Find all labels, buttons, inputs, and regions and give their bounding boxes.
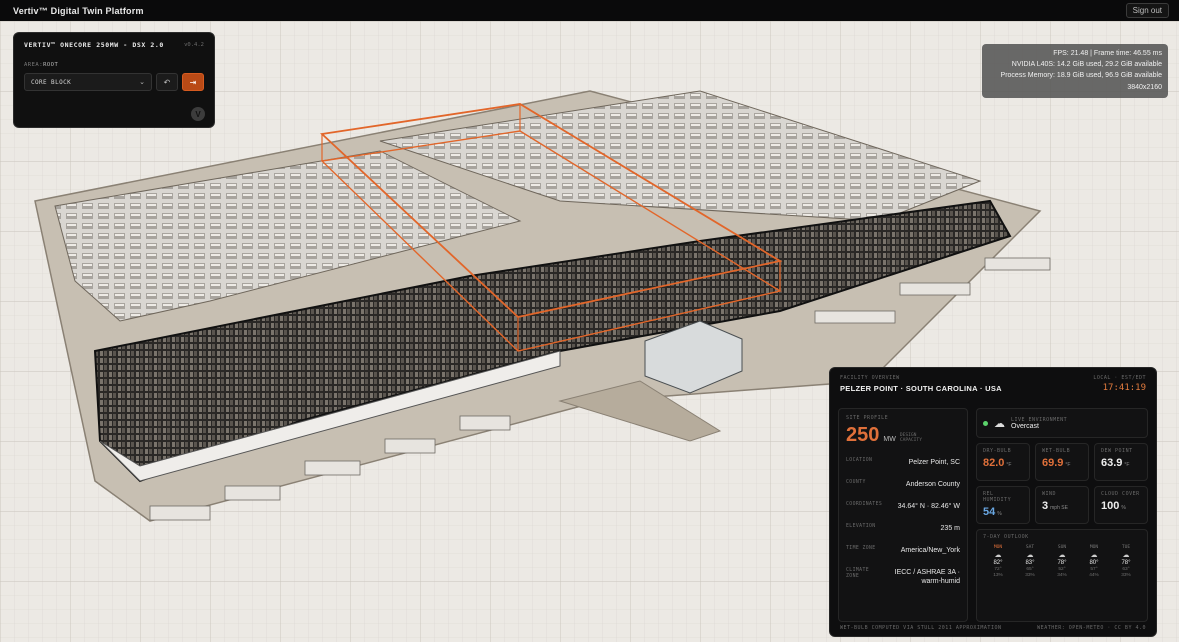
resolution-readout: 3840x2160 [1127,83,1162,91]
area-breadcrumb: AREA:ROOT [24,62,59,68]
weather-metrics: DRY-BULB 82.0 °F WET-BULB 69.9 °F DEW POINT 6… [976,443,1148,524]
focus-icon: ⇥ [189,77,197,87]
detail-row: COUNTY Anderson County [846,480,960,488]
forecast-day: MON ☁ 80° 57° 44% [1089,545,1099,578]
metric-cloud-cover: CLOUD COVER 100% [1094,486,1148,524]
focus-button[interactable]: ⇥ [182,73,204,91]
version-label: v0.4.2 [184,42,204,48]
metric-humidity: REL HUMIDITY 54% [976,486,1030,524]
footer-note: WET-BULB COMPUTED VIA STULL 2011 APPROXI… [840,625,1002,631]
capacity-unit: MW [883,436,896,443]
memory-readout: Process Memory: 18.9 GiB used, 96.9 GiB … [1000,72,1162,80]
live-env-label: LIVE ENVIRONMENT [1011,416,1068,423]
cloud-icon: ☁ [994,417,1005,430]
forecast-day: SUN ☁ 78° 52° 34% [1057,545,1067,578]
overview-label: FACILITY OVERVIEW [840,375,900,381]
performance-overlay: FPS: 21.48 | Frame time: 46.55 ms NVIDIA… [982,44,1168,98]
capacity-value: 250 [846,424,880,446]
app-window: Vertiv™ Digital Twin Platform Sign out V… [0,0,1179,642]
cloud-icon: ☁ [1090,552,1098,559]
gpu-readout: NVIDIA L40S: 14.2 GiB used, 29.2 GiB ava… [1011,61,1162,69]
selected-area: CORE BLOCK [31,78,72,86]
chevron-down-icon: ⌄ [139,79,145,86]
local-time: 17:41:19 [1102,383,1146,393]
cloud-icon: ☁ [994,552,1002,559]
facility-name: PELZER POINT · SOUTH CAROLINA · USA [840,384,1002,393]
capacity-note: DESIGN CAPACITY [899,432,922,444]
local-tz-label: LOCAL · EST/EDT [1093,375,1146,381]
sign-out-button[interactable]: Sign out [1125,3,1169,18]
detail-row: LOCATION Pelzer Point, SC [846,458,960,466]
detail-row: TIME ZONE America/New_York [846,546,960,554]
control-panel: VERTIV™ ONECORE 250MW - DSX 2.0 v0.4.2 A… [13,32,215,128]
detail-row: COORDINATES 34.64° N · 82.46° W [846,502,960,510]
detail-row: CLIMATE ZONE IECC / ASHRAE 3A · warm-humi… [846,568,960,585]
undo-icon: ↶ [163,77,171,87]
fps-readout: FPS: 21.48 | Frame time: 46.55 ms [1053,50,1162,57]
site-profile-card: SITE PROFILE 250 MW DESIGN CAPACITY LOCA… [838,408,968,622]
detail-row: ELEVATION 235 m [846,524,960,532]
cloud-icon: ☁ [1026,552,1034,559]
cloud-icon: ☁ [1058,552,1066,559]
site-profile-label: SITE PROFILE [846,415,889,421]
metric-wind: WIND 3 mph SE [1035,486,1089,524]
undo-button[interactable]: ↶ [156,73,178,91]
live-environment-card: ☁ LIVE ENVIRONMENT Overcast [976,408,1148,438]
cloud-icon: ☁ [1122,552,1130,559]
area-select[interactable]: CORE BLOCK ⌄ [24,73,152,91]
facility-overview-panel: FACILITY OVERVIEW PELZER POINT · SOUTH C… [829,367,1157,637]
forecast-day: SAT ☁ 83° 65° 33% [1025,545,1035,578]
forecast-day: MON ☁ 82° 72° 13% [993,545,1003,578]
metric-wet-bulb: WET-BULB 69.9 °F [1035,443,1089,481]
top-bar: Vertiv™ Digital Twin Platform Sign out [0,0,1179,21]
forecast-day: TUE ☁ 78° 63° 33% [1121,545,1131,578]
metric-dry-bulb: DRY-BULB 82.0 °F [976,443,1030,481]
live-condition: Overcast [1011,422,1040,430]
live-status-dot [983,420,988,426]
panel-title: VERTIV™ ONECORE 250MW - DSX 2.0 [24,41,164,49]
metric-dew-point: DEW POINT 63.9 °F [1094,443,1148,481]
footer-source: WEATHER: OPEN-METEO · CC BY 4.0 [1037,625,1146,631]
outlook-label: 7-DAY OUTLOOK [983,534,1029,540]
app-title: Vertiv™ Digital Twin Platform [13,5,144,16]
outlook-card: 7-DAY OUTLOOK MON ☁ 82° 72° 13% SAT ☁ 83° 65° 33… [976,529,1148,622]
vertiv-logo-icon: V [191,107,205,121]
